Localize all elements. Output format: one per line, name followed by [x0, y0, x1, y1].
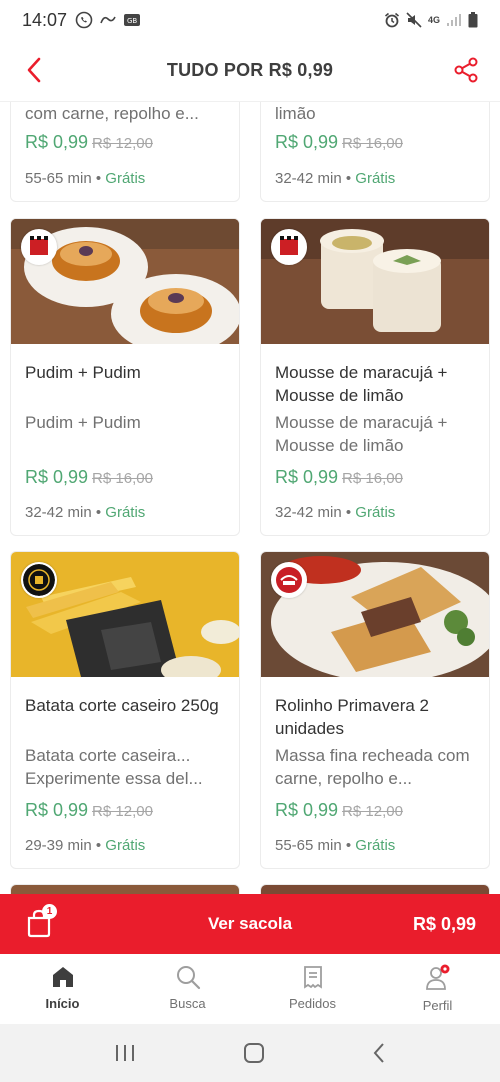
product-old-price: R$ 12,00: [92, 803, 153, 820]
network-type: 4G: [427, 14, 440, 25]
product-description: Mousse de maracujá + Mousse de limão: [275, 413, 448, 455]
product-card[interactable]: Rolinho Primavera 2 unidades Massa fina …: [260, 551, 490, 869]
orders-icon: [303, 966, 322, 989]
back-nav-icon[interactable]: [371, 1042, 387, 1064]
view-bag-bar[interactable]: 1 Ver sacola R$ 0,99: [0, 894, 500, 954]
recent-apps-icon[interactable]: [113, 1043, 137, 1063]
restaurant-logo: [271, 562, 307, 598]
product-title: Batata corte caseiro 250g: [25, 696, 219, 715]
product-delivery-info: 32-42 min • Grátis: [25, 504, 146, 521]
nav-label: Busca: [169, 996, 206, 1011]
signal-icon: [447, 14, 461, 26]
product-title: Mousse de maracujá + Mousse de limão: [275, 363, 448, 405]
product-card[interactable]: Pudim + Pudim Pudim + Pudim R$ 0,99 R$ 16…: [10, 218, 240, 536]
product-old-price: R$ 16,00: [342, 135, 403, 152]
nav-label: Início: [45, 996, 80, 1011]
product-grid: com carne, repolho e... R$ 0,99 R$ 12,00 …: [0, 102, 500, 894]
product-description: limão: [275, 104, 316, 123]
product-old-price: R$ 16,00: [92, 470, 153, 487]
product-title: Rolinho Primavera 2 unidades: [275, 696, 430, 738]
mute-icon: [406, 12, 422, 28]
status-bar: 14:07 GB 4G: [0, 0, 500, 40]
profile-icon: [425, 964, 449, 990]
product-price: R$ 0,99 R$ 12,00: [25, 800, 153, 820]
app-header: TUDO POR R$ 0,99: [0, 40, 500, 102]
home-button-icon[interactable]: [243, 1042, 265, 1064]
battery-icon: [468, 12, 478, 28]
restaurant-logo: [21, 229, 57, 265]
notification-icon: [100, 16, 116, 24]
product-card[interactable]: com carne, repolho e... R$ 0,99 R$ 12,00 …: [10, 102, 240, 202]
product-price: R$ 0,99 R$ 12,00: [275, 800, 403, 820]
home-icon: [52, 967, 73, 987]
product-card[interactable]: Batata corte caseiro 250g Batata corte c…: [10, 551, 240, 869]
product-old-price: R$ 12,00: [342, 803, 403, 820]
status-time: 14:07: [22, 9, 68, 30]
app-notification-icon: GB: [124, 14, 141, 26]
nav-label: Perfil: [422, 998, 453, 1013]
product-delivery-info: 29-39 min • Grátis: [25, 837, 146, 854]
search-icon: [176, 966, 200, 990]
page-title: TUDO POR R$ 0,99: [166, 60, 334, 80]
restaurant-logo: [21, 562, 57, 598]
restaurant-logo: [271, 229, 307, 265]
share-button[interactable]: [450, 54, 482, 86]
whatsapp-icon: [75, 11, 93, 29]
product-delivery-info: 32-42 min • Grátis: [275, 170, 396, 187]
nav-item-inicio[interactable]: Início: [0, 954, 125, 1024]
product-delivery-info: 55-65 min • Grátis: [275, 837, 396, 854]
bottom-nav: Início Busca Pedidos Perfil: [0, 954, 500, 1024]
system-navigation-bar: [0, 1024, 500, 1082]
product-title: Pudim + Pudim: [25, 363, 141, 382]
product-description: Pudim + Pudim: [25, 413, 141, 432]
chevron-left-icon: [27, 57, 41, 83]
product-old-price: R$ 16,00: [342, 470, 403, 487]
product-card[interactable]: [10, 884, 240, 894]
back-button[interactable]: [18, 54, 50, 86]
svg-text:GB: GB: [127, 17, 137, 25]
nav-item-pedidos[interactable]: Pedidos: [250, 954, 375, 1024]
product-delivery-info: 32-42 min • Grátis: [275, 504, 396, 521]
nav-label: Pedidos: [289, 996, 336, 1011]
product-price: R$ 0,99 R$ 16,00: [275, 467, 403, 487]
product-old-price: R$ 12,00: [92, 135, 153, 152]
product-card[interactable]: Mousse de maracujá + Mousse de limão Mou…: [260, 218, 490, 536]
alarm-icon: [384, 12, 399, 28]
product-delivery-info: 55-65 min • Grátis: [25, 170, 146, 187]
product-price: R$ 0,99 R$ 12,00: [25, 132, 153, 152]
share-icon: [454, 57, 478, 83]
product-price: R$ 0,99 R$ 16,00: [275, 132, 403, 152]
nav-item-perfil[interactable]: Perfil: [375, 954, 500, 1024]
product-card[interactable]: [260, 884, 490, 894]
nav-item-busca[interactable]: Busca: [125, 954, 250, 1024]
product-price: R$ 0,99 R$ 16,00: [25, 467, 153, 487]
product-description: Batata corte caseira... Experimente essa…: [25, 746, 203, 788]
bag-total: R$ 0,99: [412, 913, 476, 934]
product-description: Massa fina recheada com carne, repolho e…: [275, 746, 470, 788]
product-description: com carne, repolho e...: [25, 104, 199, 123]
product-card[interactable]: limão R$ 0,99 R$ 16,00 32-42 min • Grátis: [260, 102, 490, 202]
